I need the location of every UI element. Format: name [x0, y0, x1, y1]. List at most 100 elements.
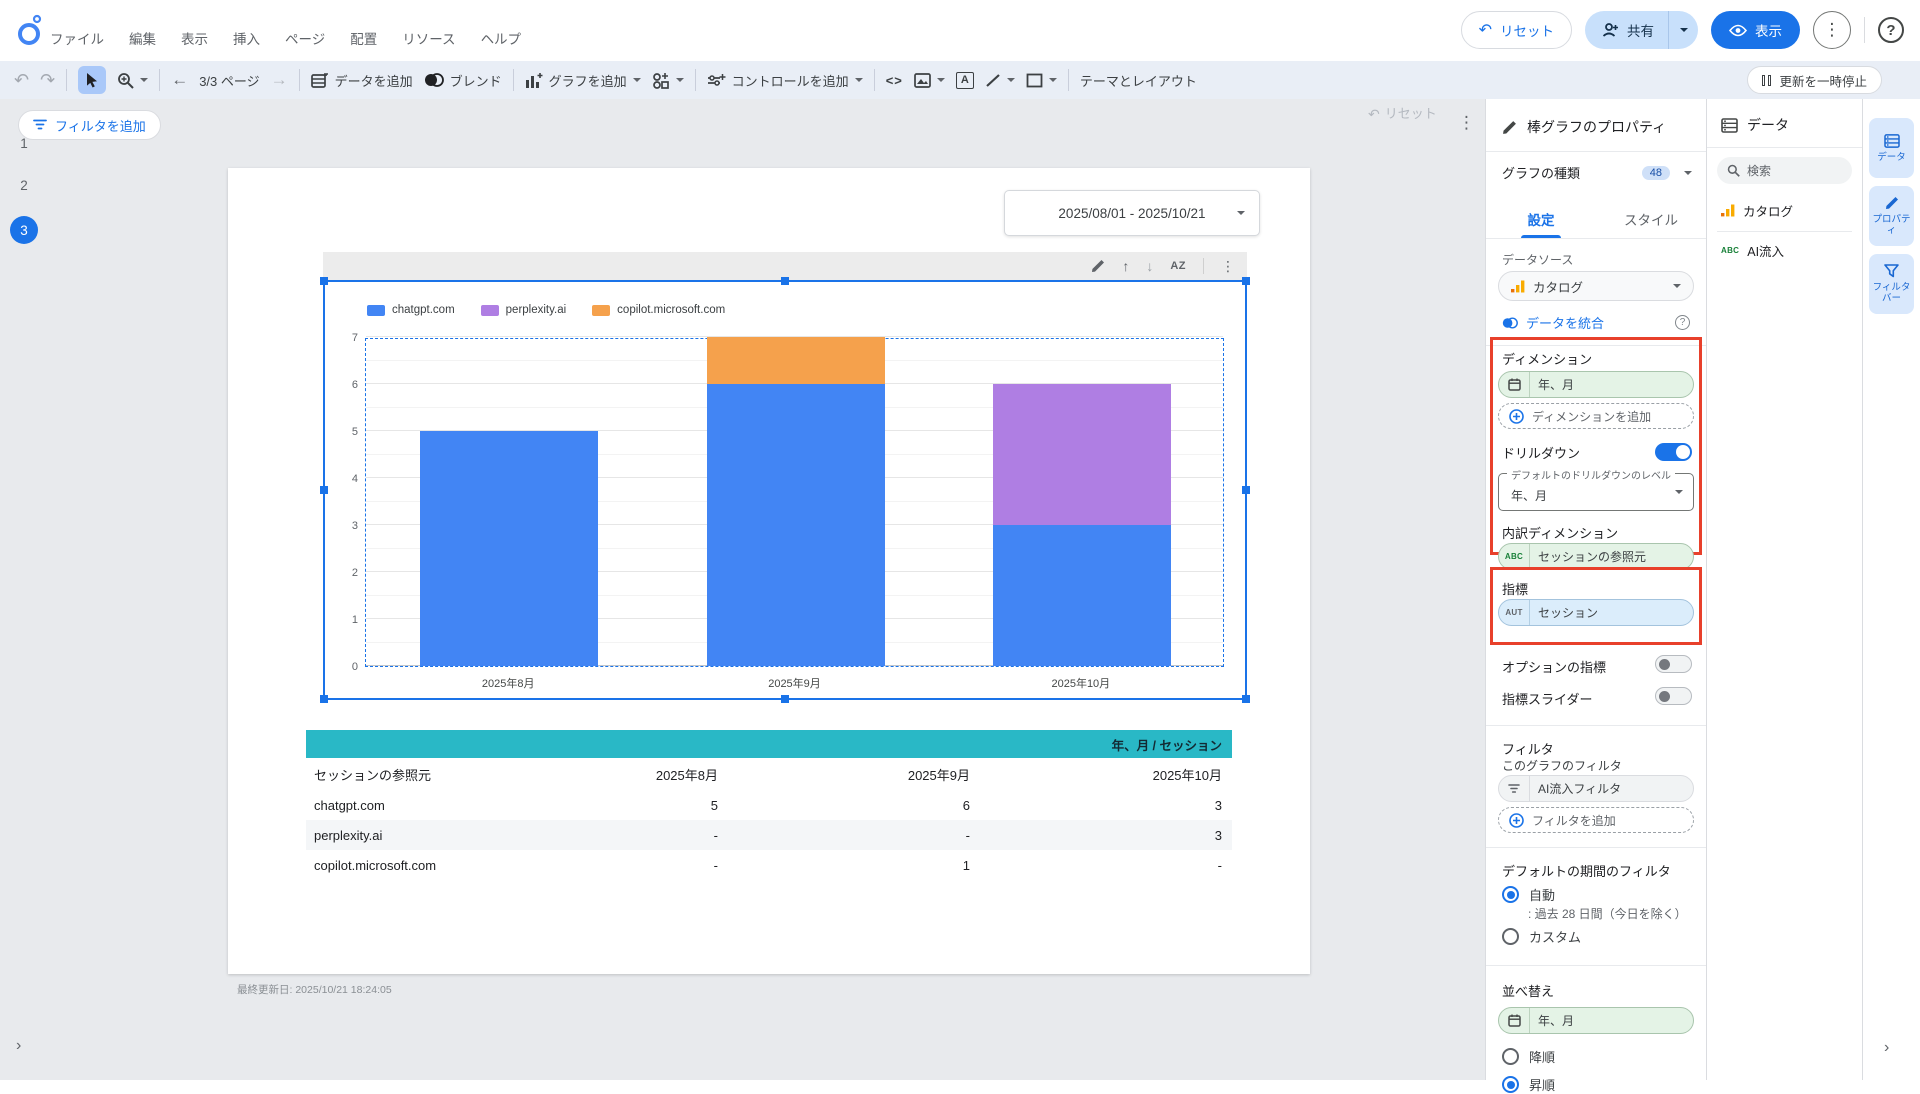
blend-button[interactable]: ブレンド [424, 71, 502, 90]
data-source-select[interactable]: カタログ [1498, 271, 1694, 301]
data-field-item-ai[interactable]: ABC AI流入 [1721, 241, 1784, 260]
sort-field-chip[interactable]: 年、月 [1498, 1007, 1694, 1034]
zoom-tool-button[interactable] [117, 72, 148, 89]
menu-help[interactable]: ヘルプ [477, 26, 526, 50]
add-chart-button[interactable]: グラフを追加 [525, 71, 641, 90]
menu-insert[interactable]: 挿入 [229, 26, 264, 50]
bar-segment-chatgpt.com[interactable] [993, 525, 1171, 666]
share-button[interactable]: 共有 [1585, 11, 1668, 49]
page-thumb-3-active[interactable]: 3 [10, 216, 38, 244]
rail-tab-properties[interactable]: プロパティ [1869, 186, 1914, 246]
dimension-chip[interactable]: 年、月 [1498, 371, 1694, 398]
drilldown-toggle-on[interactable] [1655, 443, 1692, 461]
col-header-oct[interactable]: 2025年10月 [980, 765, 1232, 784]
edit-pencil-icon[interactable] [1091, 259, 1105, 273]
menu-file[interactable]: ファイル [46, 26, 108, 50]
optional-metrics-toggle-off[interactable] [1655, 655, 1692, 673]
add-text-button[interactable]: A [956, 72, 974, 89]
chart-type-selector[interactable]: グラフの種類 48 [1502, 163, 1692, 182]
filter-chip[interactable]: AI流入フィルタ [1498, 775, 1694, 802]
add-community-visual-button[interactable] [652, 72, 684, 89]
theme-layout-button[interactable]: テーマとレイアウト [1080, 71, 1197, 90]
radio-unselected-icon[interactable] [1502, 928, 1519, 945]
help-button[interactable]: ? [1878, 17, 1904, 43]
chevron-down-icon [1680, 28, 1688, 32]
sort-asc-radio-row[interactable]: 昇順 [1502, 1075, 1555, 1094]
custom-date-radio-row[interactable]: カスタム [1502, 927, 1581, 946]
metric-slider-label: 指標スライダー [1502, 689, 1592, 708]
dimension-value: 年、月 [1530, 376, 1574, 393]
page-thumb-2[interactable]: 2 [0, 178, 48, 193]
table-row: copilot.microsoft.com - 1 - [306, 850, 1232, 880]
data-list-icon [1884, 134, 1900, 148]
menu-view[interactable]: 表示 [177, 26, 212, 50]
summary-table[interactable]: 年、月 / セッション セッションの参照元 2025年8月 2025年9月 20… [306, 730, 1232, 880]
rail-tab-data[interactable]: データ [1869, 118, 1914, 178]
reset-button[interactable]: ↶ リセット [1461, 11, 1572, 49]
expand-pages-chevron[interactable]: › [16, 1037, 21, 1055]
drilldown-level-select[interactable]: デフォルトのドリルダウンのレベル 年、月 [1498, 473, 1694, 511]
tab-style[interactable]: スタイル [1596, 199, 1706, 238]
share-split-button[interactable]: 共有 [1585, 11, 1698, 49]
radio-selected-icon[interactable] [1502, 1076, 1519, 1093]
radio-selected-icon[interactable] [1502, 886, 1519, 903]
page-thumb-1[interactable]: 1 [0, 136, 48, 151]
data-search-input[interactable]: 検索 [1717, 157, 1852, 184]
bar-segment-chatgpt.com[interactable] [420, 431, 598, 666]
abc-type-icon: ABC [1721, 246, 1739, 255]
rail-tab-filter-bar[interactable]: フィルタバー [1869, 254, 1914, 314]
menu-bar: ファイル 編集 表示 挿入 ページ 配置 リソース ヘルプ [46, 26, 525, 50]
table-row: perplexity.ai - - 3 [306, 820, 1232, 850]
drilldown-level-label: デフォルトのドリルダウンのレベル [1507, 467, 1675, 482]
panel-title: 棒グラフのプロパティ [1527, 117, 1666, 137]
prev-page-button[interactable]: ← [171, 70, 188, 90]
next-page-button[interactable]: → [271, 70, 288, 90]
bar-segment-copilot.microsoft.com[interactable] [707, 337, 885, 384]
bar-segment-chatgpt.com[interactable] [707, 384, 885, 666]
add-control-button[interactable]: コントロールを追加 [707, 71, 863, 90]
undo-button[interactable]: ↶ [14, 70, 29, 91]
auto-date-radio-row[interactable]: 自動 [1502, 885, 1555, 904]
pause-updates-button[interactable]: 更新を一時停止 [1747, 66, 1882, 94]
add-dimension-button[interactable]: ディメンションを追加 [1498, 403, 1694, 429]
menu-resource[interactable]: リソース [398, 26, 459, 50]
move-up-icon[interactable]: ↑ [1122, 258, 1129, 274]
radio-unselected-icon[interactable] [1502, 1048, 1519, 1065]
collapse-panel-chevron[interactable]: › [1884, 1039, 1889, 1057]
share-dropdown-caret[interactable] [1668, 11, 1698, 49]
add-filter-button-panel[interactable]: フィルタを追加 [1498, 807, 1694, 833]
breakdown-dimension-chip[interactable]: ABC セッションの参照元 [1498, 543, 1694, 570]
sort-desc-radio-row[interactable]: 降順 [1502, 1047, 1555, 1066]
tab-setup[interactable]: 設定 [1486, 199, 1596, 238]
menu-edit[interactable]: 編集 [125, 26, 160, 50]
bar-segment-perplexity.ai[interactable] [993, 384, 1171, 525]
view-button[interactable]: 表示 [1711, 11, 1800, 49]
add-data-button[interactable]: データを追加 [311, 71, 413, 90]
canvas-more-options[interactable]: ⋮ [1458, 113, 1475, 133]
select-tool-button[interactable] [78, 66, 106, 94]
report-canvas[interactable]: フィルタを追加 1 2 3 › ↶ リセット ⋮ 2025/08/01 - 20… [0, 99, 1485, 1080]
auto-date-subtext: : 過去 28 日間（今日を除く） [1528, 905, 1687, 922]
add-line-button[interactable] [985, 73, 1015, 88]
embed-code-button[interactable]: <> [886, 73, 903, 88]
add-image-button[interactable] [914, 73, 945, 88]
metric-slider-toggle-off[interactable] [1655, 687, 1692, 705]
report-page[interactable]: 2025/08/01 - 2025/10/21 ↑ ↓ AZ ⋮ cha [228, 168, 1310, 974]
add-shape-button[interactable] [1026, 73, 1057, 88]
metric-chip[interactable]: AUT セッション [1498, 599, 1694, 626]
col-header-dimension[interactable]: セッションの参照元 [306, 765, 476, 784]
col-header-sep[interactable]: 2025年9月 [728, 765, 980, 784]
col-header-aug[interactable]: 2025年8月 [476, 765, 728, 784]
date-range-control[interactable]: 2025/08/01 - 2025/10/21 [1004, 190, 1260, 236]
data-source-item-catalog[interactable]: カタログ [1721, 201, 1793, 220]
menu-page[interactable]: ページ [281, 26, 329, 50]
menu-arrange[interactable]: 配置 [346, 26, 381, 50]
sort-az-icon[interactable]: AZ [1170, 260, 1186, 272]
more-options-button[interactable]: ⋮ [1813, 11, 1851, 49]
chart-more-options-icon[interactable]: ⋮ [1221, 258, 1235, 275]
blend-data-link[interactable]: データを統合 ? [1502, 313, 1690, 332]
plot-area[interactable] [365, 338, 1224, 667]
help-icon[interactable]: ? [1675, 315, 1690, 330]
redo-button[interactable]: ↷ [40, 70, 55, 91]
move-down-icon[interactable]: ↓ [1146, 258, 1153, 274]
